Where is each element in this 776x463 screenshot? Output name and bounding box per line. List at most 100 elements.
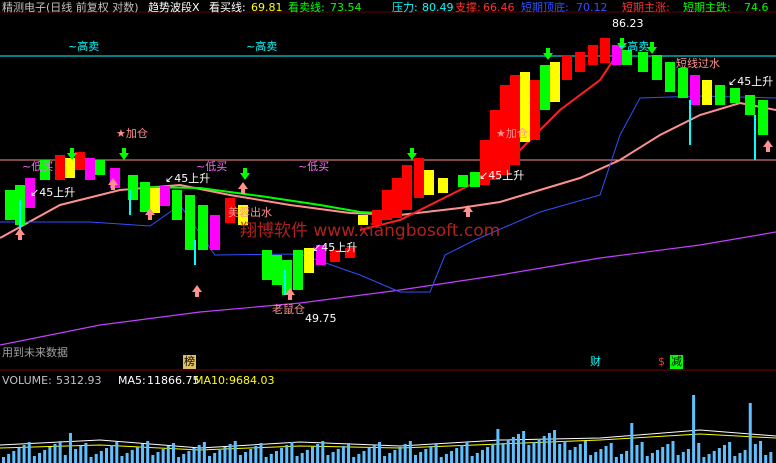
volume-bar (269, 454, 273, 463)
volume-bar (264, 457, 268, 463)
volume-bar (625, 451, 629, 463)
candle (272, 255, 282, 285)
volume-bar (2, 457, 5, 463)
volume-bar (450, 451, 454, 463)
volume-bar (589, 455, 593, 463)
volume-bar (202, 442, 206, 463)
volume-bar (151, 455, 155, 463)
candle (160, 186, 170, 206)
volume-bar (208, 456, 211, 463)
volume-bar (285, 445, 289, 463)
candle (198, 205, 208, 250)
volume-bar (161, 449, 165, 463)
volume-bar (635, 445, 639, 463)
candle (5, 190, 15, 220)
sell-line-label: 看卖线: (288, 1, 325, 14)
volume-bar (125, 453, 129, 463)
candle (600, 38, 610, 63)
volume-bar (259, 443, 263, 463)
volume-bar (506, 440, 510, 463)
volume-value: 5312.93 (56, 374, 102, 387)
volume-bar (213, 453, 217, 463)
candle (690, 75, 700, 105)
add-position-label: ★加仓 (116, 127, 148, 140)
volume-bar (300, 453, 304, 463)
volume-bar (223, 447, 227, 463)
volume-bar (681, 452, 685, 463)
volume-bar (166, 446, 170, 463)
over-water-label: 美蓉出水 (228, 206, 272, 219)
volume-bar (84, 443, 88, 463)
volume-bar (547, 433, 551, 463)
tag-bang[interactable]: 榜 (183, 355, 196, 369)
volume-bar (522, 431, 526, 463)
candle (745, 95, 755, 115)
volume-bar (702, 457, 706, 463)
watermark: 翔博软件 www.xiangbosoft.com (240, 221, 501, 241)
volume-bar (27, 442, 31, 463)
tag-cai[interactable]: 财 (590, 355, 601, 369)
volume-bar (717, 448, 721, 463)
volume-bar (728, 442, 732, 463)
down-arrow-icon (543, 48, 553, 60)
candle (438, 178, 448, 193)
volume-bar (17, 448, 21, 463)
volume-bar (769, 452, 773, 463)
high-sell-label: ~高卖 (246, 40, 278, 53)
volume-bar (419, 452, 423, 463)
volume-bar (403, 444, 407, 463)
candle (588, 45, 598, 65)
volume-bar (141, 444, 145, 463)
add-position-label: ★加仓 (496, 127, 528, 140)
volume-bar (707, 454, 711, 463)
short-down-label: 短期主跌: (683, 1, 731, 14)
low-buy-label: ~低买 (22, 160, 54, 173)
volume-bar (171, 443, 175, 463)
volume-bar (295, 456, 299, 463)
volume-bar (578, 444, 582, 463)
volume-bar (460, 445, 464, 463)
volume-bar (58, 441, 62, 463)
volume-bar (475, 453, 479, 463)
volume-bar (501, 443, 505, 463)
volume-bar (486, 447, 490, 463)
tag-dollar[interactable]: $ (658, 355, 665, 369)
ma10-label: MA10: (194, 374, 229, 387)
up-arrow-icon (192, 285, 202, 297)
volume-bar (661, 447, 665, 463)
volume-bar (367, 448, 371, 463)
volume-bar (583, 441, 587, 463)
candle (638, 52, 648, 72)
volume-bar (645, 456, 649, 463)
short-up-label: 短期主涨: (622, 1, 670, 14)
rise-label: ↙45上升 (479, 169, 525, 182)
volume-bar (594, 452, 598, 463)
volume-bar (686, 449, 690, 463)
volume-bar (511, 437, 515, 463)
up-arrow-icon (763, 140, 773, 152)
volume-bar (563, 441, 567, 463)
volume-bar (640, 442, 644, 463)
volume-bar (542, 436, 546, 463)
volume-bar (465, 442, 469, 463)
tag-jian[interactable]: 减 (670, 355, 683, 369)
short-top-value: 70.12 (576, 1, 608, 14)
candle (185, 195, 195, 250)
down-arrow-icon (119, 148, 129, 160)
volume-bar (408, 441, 412, 463)
volume-bar (120, 456, 124, 463)
old-add-label: 老鼠仓 (272, 303, 305, 316)
volume-bar (94, 454, 98, 463)
volume-bar (197, 445, 201, 463)
volume-bar (53, 444, 57, 463)
candle (55, 155, 65, 180)
volume-bar (553, 430, 557, 463)
volume-bar (274, 451, 278, 463)
volume-bar (491, 444, 495, 463)
volume-bar (599, 449, 603, 463)
short-down-value: 74.6 (744, 1, 769, 14)
candle (702, 80, 712, 105)
candle (382, 190, 392, 220)
candle (262, 250, 272, 280)
candle (730, 88, 740, 103)
